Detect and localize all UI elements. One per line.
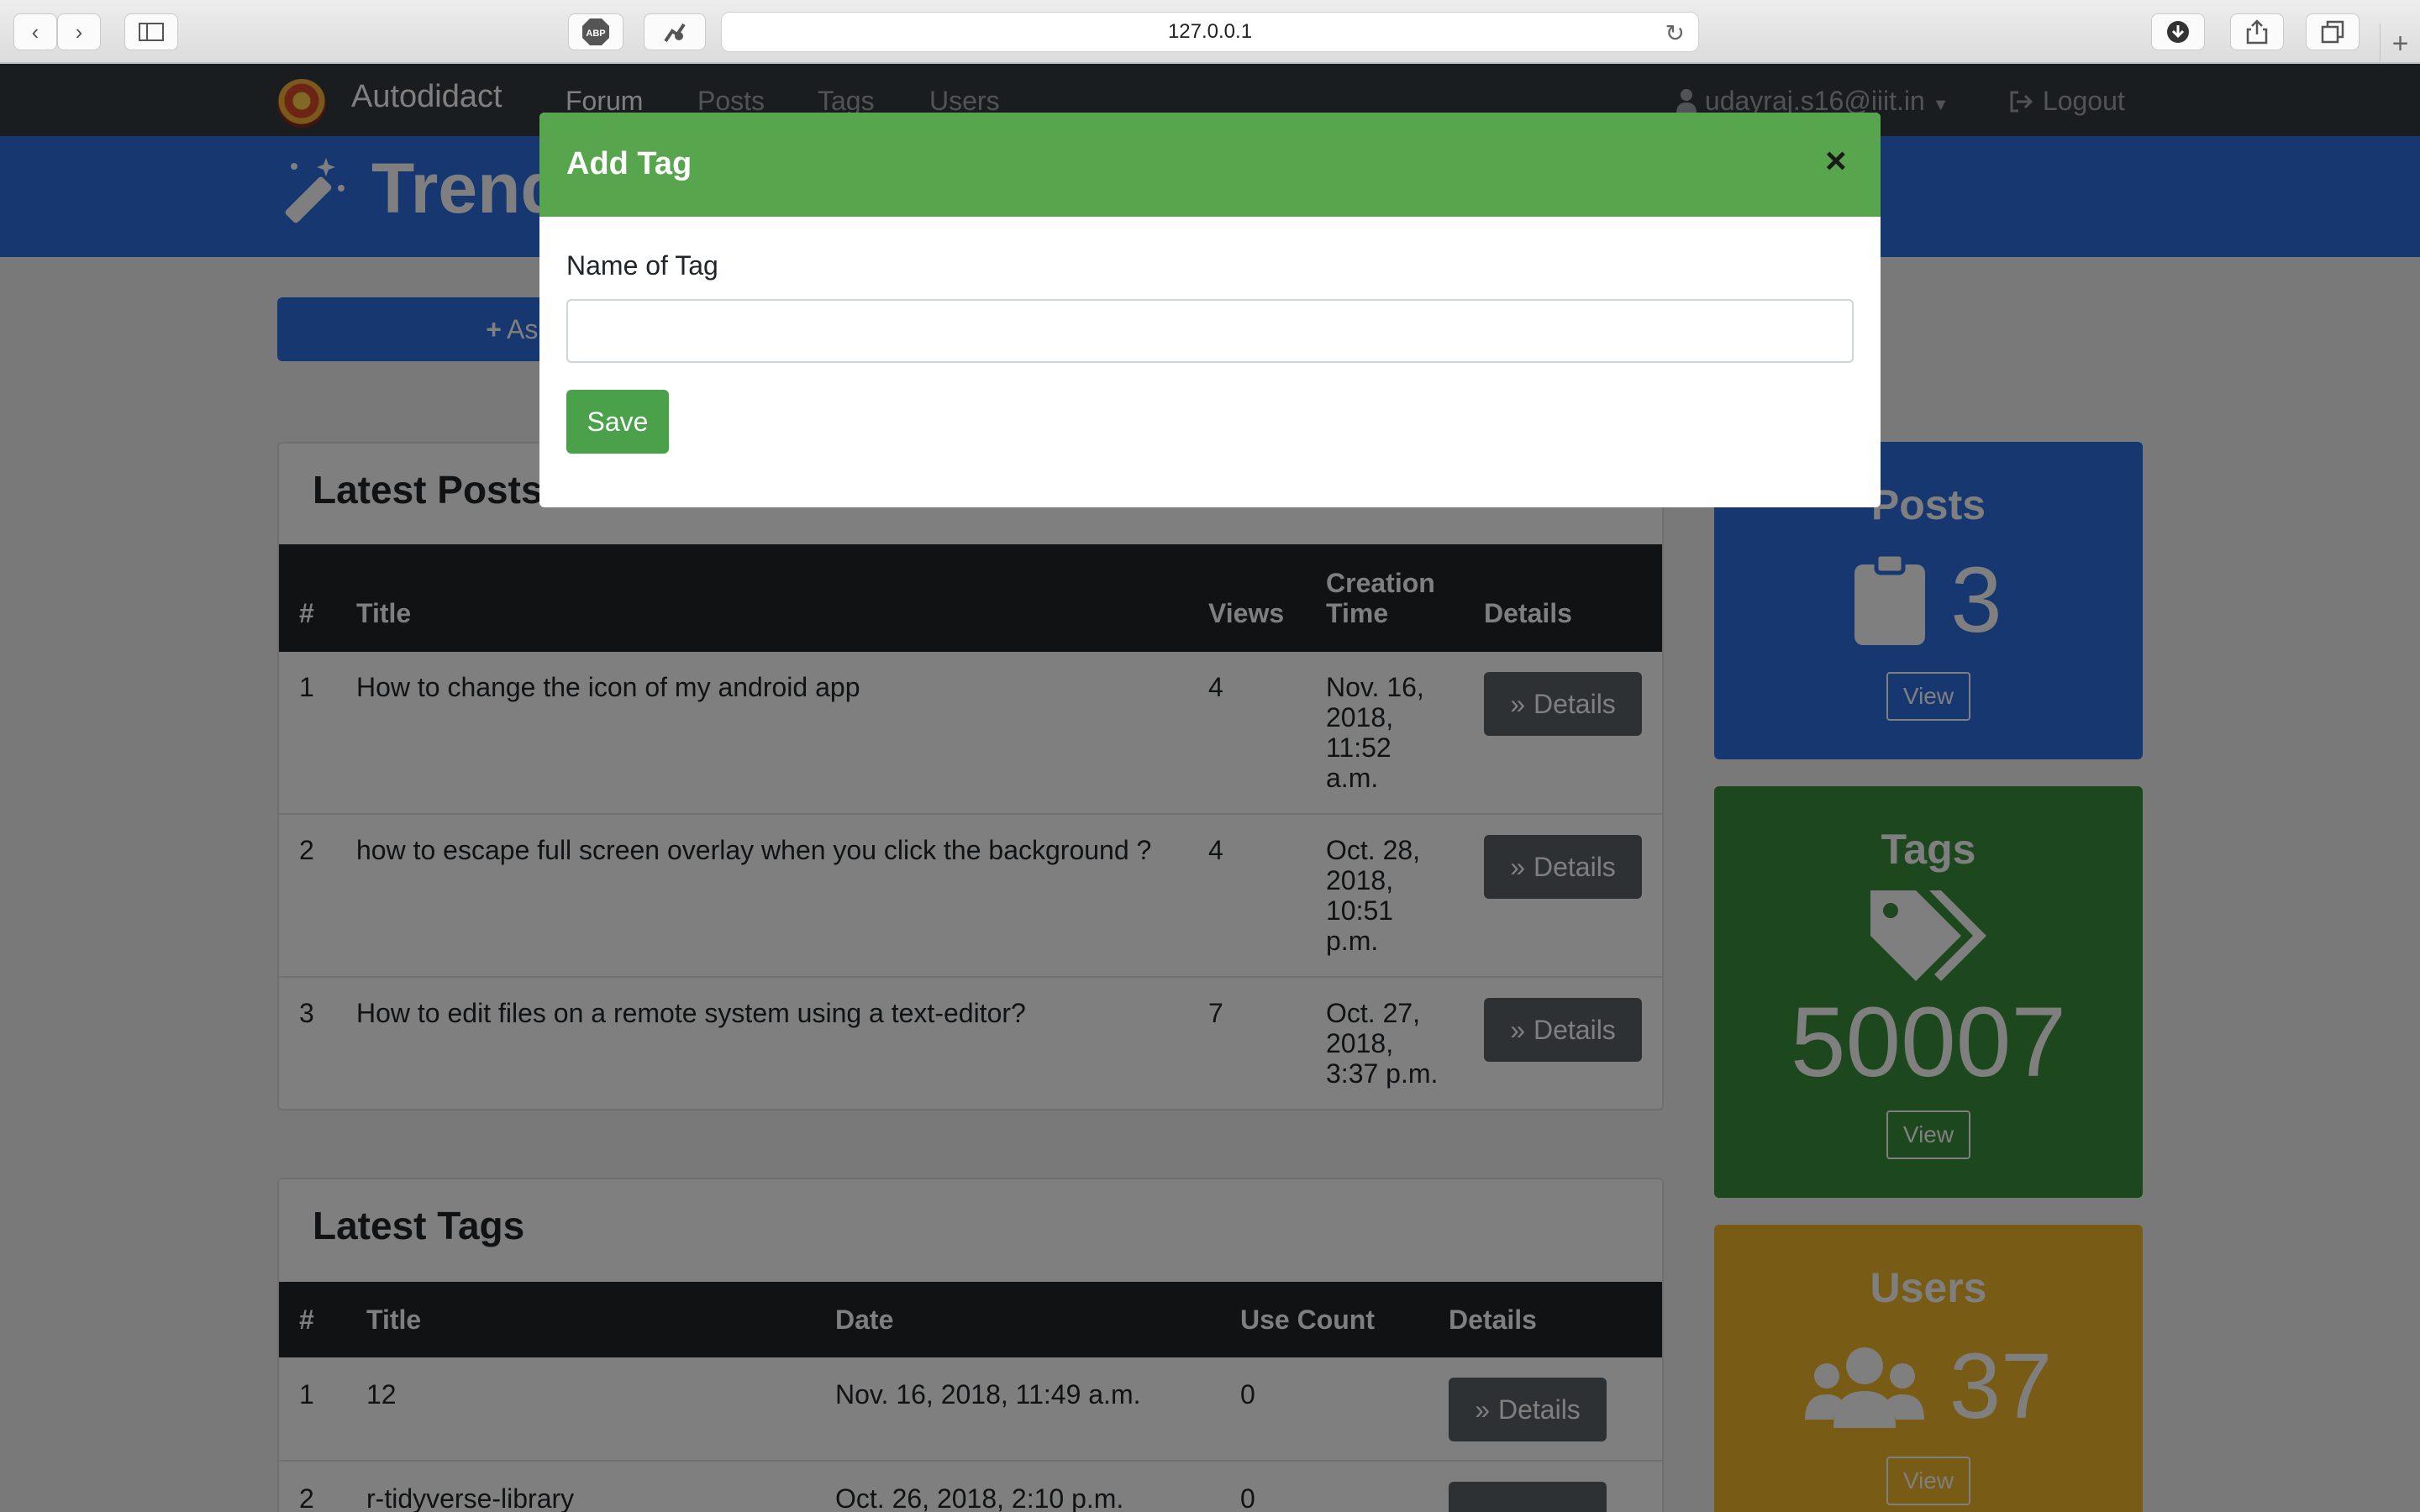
- tabs-overview-button[interactable]: [2306, 13, 2360, 50]
- modal-header: Add Tag ×: [539, 113, 1881, 217]
- save-button[interactable]: Save: [566, 390, 669, 454]
- chevron-right-icon: ›: [75, 18, 83, 45]
- forward-button[interactable]: ›: [57, 13, 101, 50]
- tag-name-input[interactable]: [566, 299, 1854, 363]
- chevron-left-icon: ‹: [31, 18, 39, 45]
- extension-button[interactable]: [644, 13, 706, 50]
- sidebar-icon: [139, 23, 164, 41]
- adblock-icon: ABP: [582, 18, 609, 45]
- sidebar-toggle-button[interactable]: [124, 13, 178, 50]
- plus-icon: +: [2391, 27, 2409, 60]
- url-text: 127.0.0.1: [1167, 20, 1253, 43]
- download-icon: [2167, 21, 2189, 43]
- add-tag-modal: Add Tag × Name of Tag Save: [539, 113, 1881, 507]
- extension-icon: [664, 23, 686, 43]
- back-button[interactable]: ‹: [13, 13, 57, 50]
- new-tab-button[interactable]: +: [2380, 24, 2420, 64]
- adblock-button[interactable]: ABP: [568, 13, 623, 50]
- tag-name-label: Name of Tag: [566, 250, 718, 281]
- close-icon[interactable]: ×: [1825, 143, 1847, 180]
- browser-toolbar: ‹ › ABP 127.0.0.1 ↻ +: [0, 0, 2420, 64]
- modal-title: Add Tag: [566, 146, 692, 181]
- share-icon: [2246, 19, 2268, 45]
- tabs-icon: [2321, 20, 2344, 44]
- url-bar[interactable]: 127.0.0.1 ↻: [721, 12, 1699, 52]
- share-button[interactable]: [2230, 13, 2284, 50]
- downloads-button[interactable]: [2151, 13, 2205, 50]
- reload-icon[interactable]: ↻: [1665, 19, 1685, 47]
- svg-text:ABP: ABP: [586, 29, 605, 39]
